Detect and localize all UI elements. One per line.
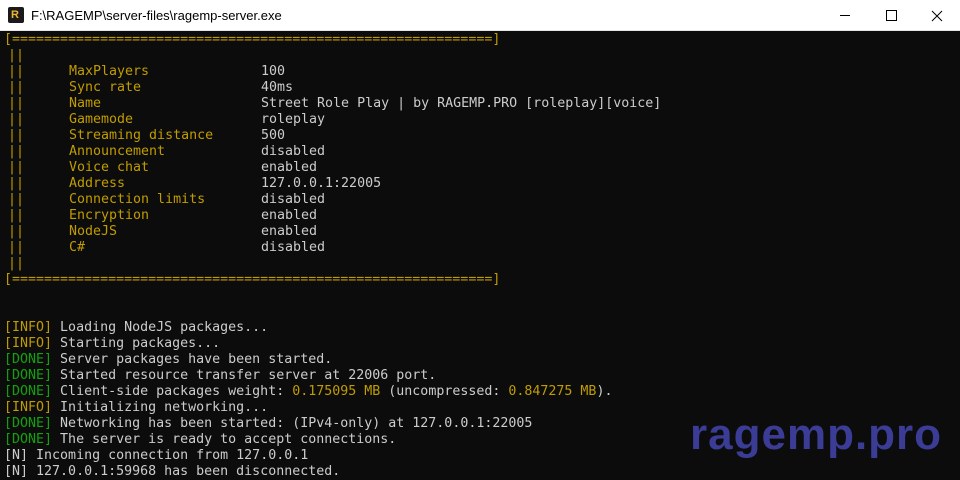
config-row: || Streaming distance 500 [8,128,286,143]
maximize-icon [885,10,897,21]
config-row: || NodeJS enabled [8,224,318,239]
config-row: || Gamemode roleplay [8,112,326,127]
log-line: [DONE] Server packages have been started… [4,352,333,367]
config-border-bottom: [=======================================… [4,272,501,287]
watermark-logo: ragemp.pro [690,410,943,459]
config-row: || Voice chat enabled [8,160,318,175]
log-line: [DONE] The server is ready to accept con… [4,432,397,447]
ragemp-app-icon: R [8,7,24,23]
log-line: [N] Incoming connection from 127.0.0.1 [4,448,309,463]
config-border-top: [=======================================… [4,32,501,47]
config-row: || Name Street Role Play | by RAGEMP.PRO [… [8,96,662,111]
log-line: [INFO] Starting packages... [4,336,221,351]
config-row: || Announcement disabled [8,144,326,159]
maximize-button[interactable] [868,0,914,31]
window-title: F:\RAGEMP\server-files\ragemp-server.exe [31,8,282,23]
title-bar[interactable]: R F:\RAGEMP\server-files\ragemp-server.e… [0,0,960,31]
close-button[interactable] [914,0,960,31]
config-row: || MaxPlayers 100 [8,64,286,79]
config-row: || Encryption enabled [8,208,318,223]
minimize-icon [840,15,850,16]
config-row: || Address 127.0.0.1:22005 [8,176,382,191]
log-line: [DONE] Networking has been started: (IPv… [4,416,533,431]
close-icon [931,10,943,21]
config-row: || C# disabled [8,240,326,255]
minimize-button[interactable] [822,0,868,31]
config-row: || Sync rate 40ms [8,80,294,95]
log-line: [DONE] Client-side packages weight: 0.17… [4,384,613,399]
log-line: [INFO] Initializing networking... [4,400,269,415]
log-line: [N] 127.0.0.1:59968 has been disconnecte… [4,464,341,479]
log-line: [INFO] Loading NodeJS packages... [4,320,269,335]
log-line: [DONE] Started resource transfer server … [4,368,437,383]
config-row: || Connection limits disabled [8,192,326,207]
